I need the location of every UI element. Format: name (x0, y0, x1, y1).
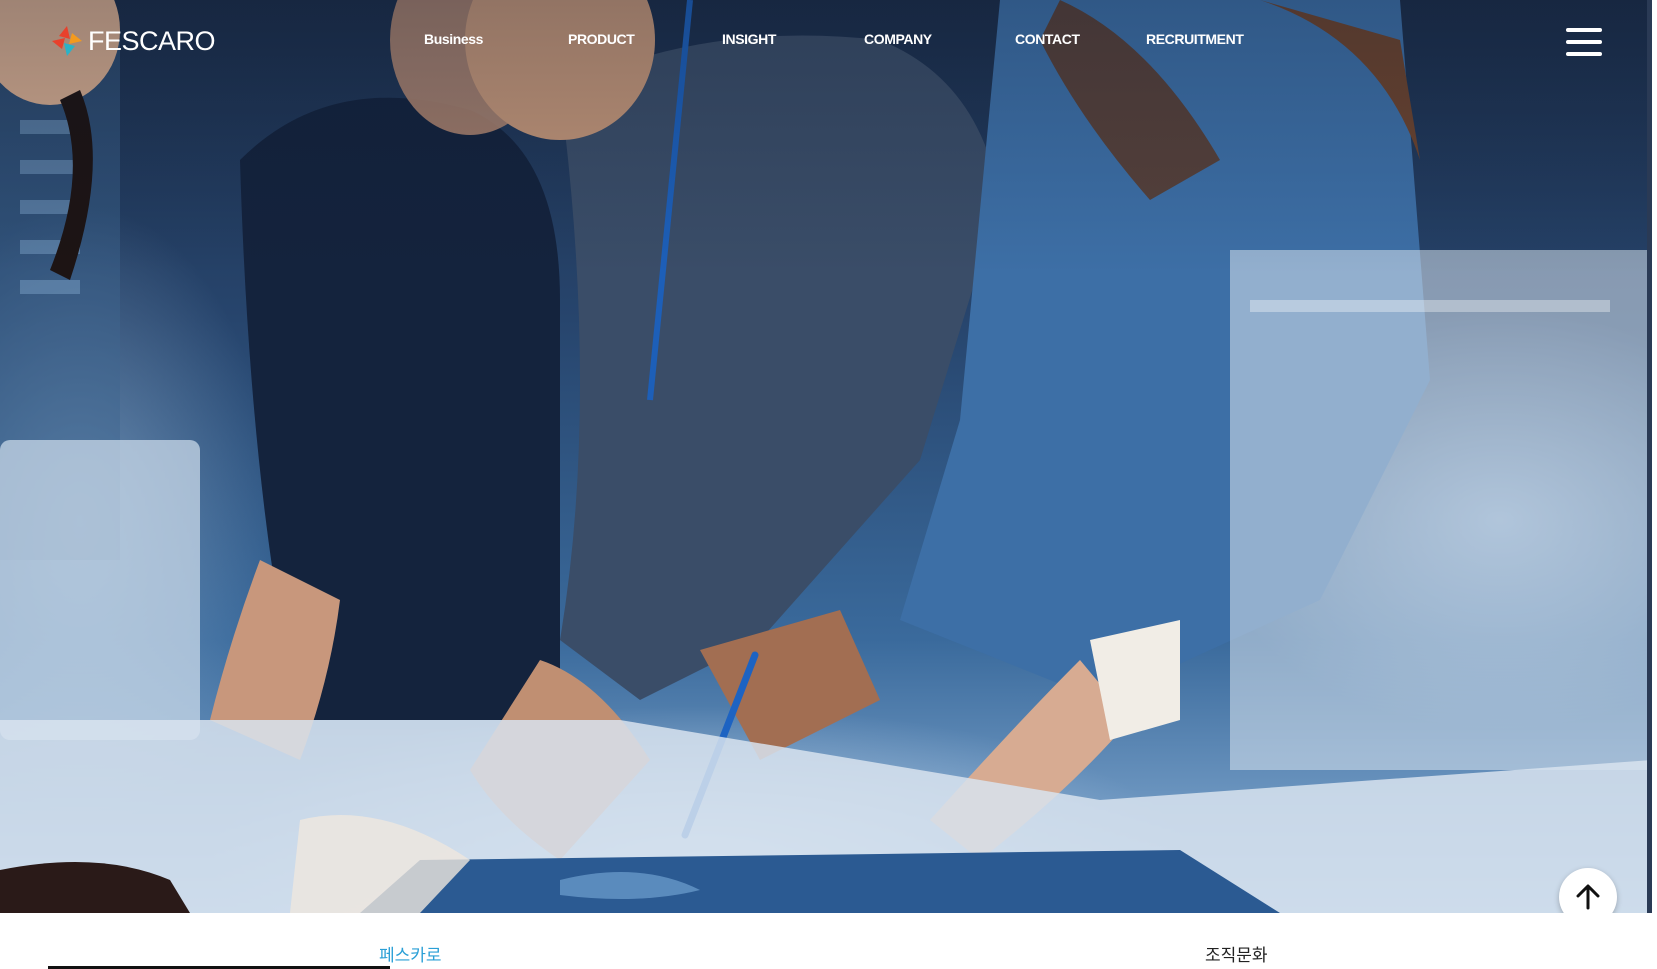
nav-item-insight[interactable]: INSIGHT (722, 31, 776, 47)
tab-culture[interactable]: 조직문화 (1205, 941, 1268, 966)
nav-item-business[interactable]: Business (424, 31, 483, 47)
arrow-up-icon (1576, 884, 1600, 910)
hero-overlay (0, 0, 1652, 913)
page: FESCARO Business PRODUCT INSIGHT COMPANY… (0, 0, 1657, 969)
hero-image (0, 0, 1652, 913)
nav-item-product[interactable]: PRODUCT (568, 31, 635, 47)
nav-item-company[interactable]: COMPANY (864, 31, 932, 47)
tab-fescaro[interactable]: 페스카로 (379, 941, 442, 966)
nav-item-recruitment[interactable]: RECRUITMENT (1146, 31, 1244, 47)
page-scrollbar[interactable] (1647, 0, 1652, 913)
main-nav: Business PRODUCT INSIGHT COMPANY CONTACT… (0, 31, 1657, 53)
hamburger-icon[interactable] (1566, 26, 1602, 58)
section-tabs: 페스카로 조직문화 (0, 913, 1657, 969)
nav-item-contact[interactable]: CONTACT (1015, 31, 1080, 47)
